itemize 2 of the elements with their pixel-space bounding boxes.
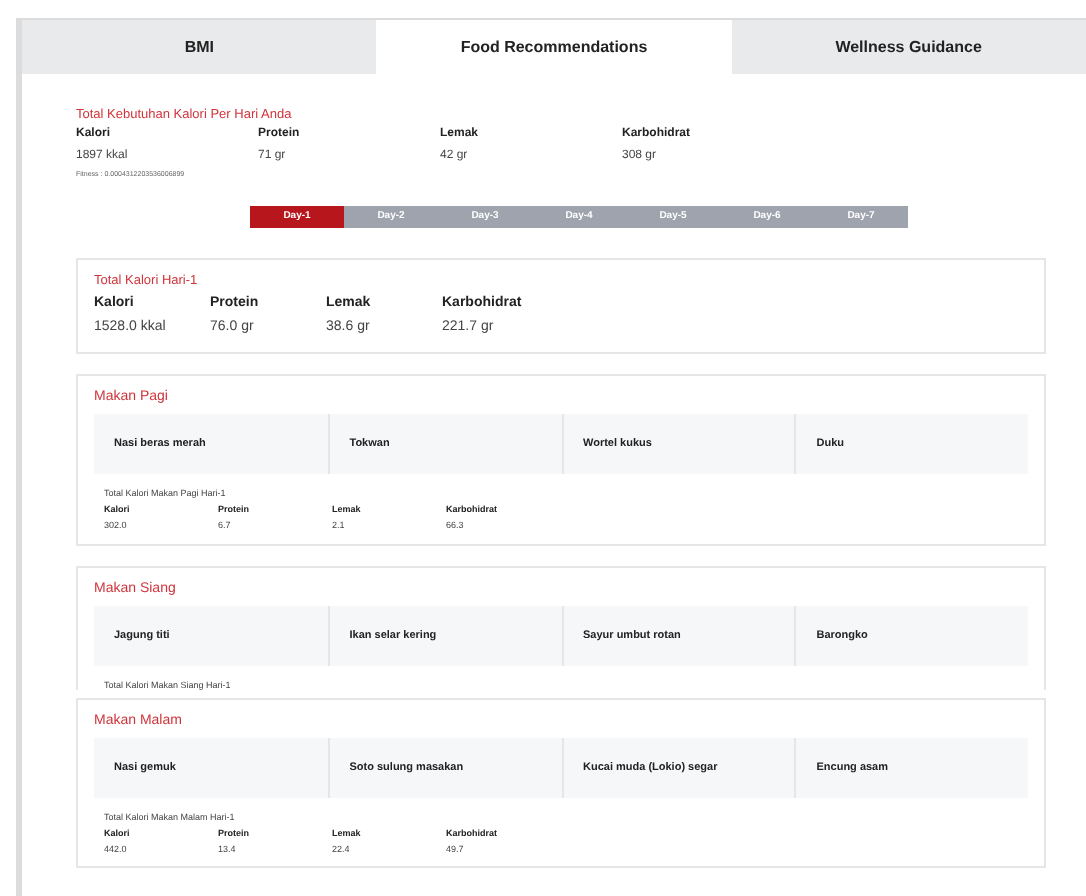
tab[interactable]: Wellness Guidance bbox=[731, 20, 1086, 74]
tab[interactable]: BMI bbox=[22, 20, 377, 74]
